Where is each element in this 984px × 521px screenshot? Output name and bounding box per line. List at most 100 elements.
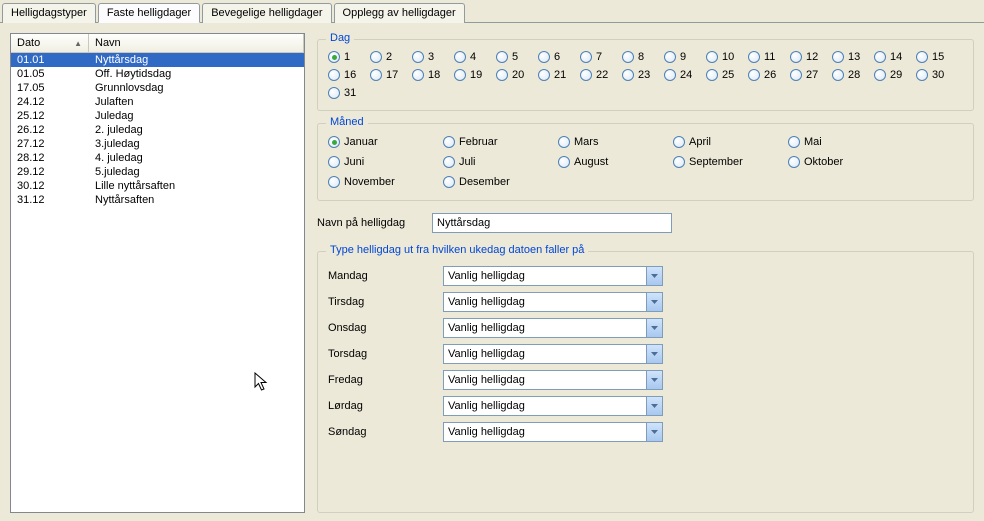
table-row[interactable]: 29.125.juledag	[11, 165, 304, 179]
table-row[interactable]: 30.12Lille nyttårsaften	[11, 179, 304, 193]
radio-icon	[328, 69, 340, 81]
radio-label: Februar	[459, 136, 498, 148]
dag-radio-16[interactable]: 16	[328, 69, 370, 81]
dag-radio-4[interactable]: 4	[454, 51, 496, 63]
chevron-down-icon	[646, 319, 662, 337]
dag-radio-21[interactable]: 21	[538, 69, 580, 81]
dag-radio-19[interactable]: 19	[454, 69, 496, 81]
radio-icon	[443, 156, 455, 168]
type-combo-5[interactable]: Vanlig helligdag	[443, 396, 663, 416]
radio-icon	[790, 51, 802, 63]
type-combo-2[interactable]: Vanlig helligdag	[443, 318, 663, 338]
tab-1[interactable]: Faste helligdager	[98, 3, 200, 23]
dag-radio-9[interactable]: 9	[664, 51, 706, 63]
dag-radio-31[interactable]: 31	[328, 87, 370, 99]
col-header-navn[interactable]: Navn	[89, 34, 304, 52]
maned-radio-oktober[interactable]: Oktober	[788, 156, 903, 168]
cell-navn: 3.juledag	[89, 137, 304, 151]
maned-radio-juni[interactable]: Juni	[328, 156, 443, 168]
dag-radio-29[interactable]: 29	[874, 69, 916, 81]
maned-radio-juli[interactable]: Juli	[443, 156, 558, 168]
type-row-3: TorsdagVanlig helligdag	[328, 344, 963, 364]
maned-radio-april[interactable]: April	[673, 136, 788, 148]
listview-body[interactable]: 01.01Nyttårsdag01.05Off. Høytidsdag17.05…	[11, 53, 304, 512]
radio-icon	[788, 136, 800, 148]
table-row[interactable]: 28.124. juledag	[11, 151, 304, 165]
table-row[interactable]: 01.05Off. Høytidsdag	[11, 67, 304, 81]
tab-2[interactable]: Bevegelige helligdager	[202, 3, 331, 23]
navn-row: Navn på helligdag	[317, 213, 974, 233]
navn-input[interactable]	[432, 213, 672, 233]
radio-label: 11	[764, 51, 775, 63]
dag-radio-11[interactable]: 11	[748, 51, 790, 63]
table-row[interactable]: 25.12Juledag	[11, 109, 304, 123]
dag-radio-17[interactable]: 17	[370, 69, 412, 81]
tab-3[interactable]: Opplegg av helligdager	[334, 3, 465, 23]
type-combo-6[interactable]: Vanlig helligdag	[443, 422, 663, 442]
dag-radio-5[interactable]: 5	[496, 51, 538, 63]
table-row[interactable]: 24.12Julaften	[11, 95, 304, 109]
type-row-4: FredagVanlig helligdag	[328, 370, 963, 390]
dag-radio-14[interactable]: 14	[874, 51, 916, 63]
dag-radio-26[interactable]: 26	[748, 69, 790, 81]
dag-radio-3[interactable]: 3	[412, 51, 454, 63]
dag-radio-23[interactable]: 23	[622, 69, 664, 81]
radio-icon	[443, 136, 455, 148]
type-combo-1[interactable]: Vanlig helligdag	[443, 292, 663, 312]
weekday-label: Fredag	[328, 374, 443, 386]
type-row-0: MandagVanlig helligdag	[328, 266, 963, 286]
maned-radio-mai[interactable]: Mai	[788, 136, 903, 148]
maned-radio-november[interactable]: November	[328, 176, 443, 188]
table-row[interactable]: 17.05Grunnlovsdag	[11, 81, 304, 95]
col-header-dato[interactable]: Dato ▲	[11, 34, 89, 52]
dag-radio-28[interactable]: 28	[832, 69, 874, 81]
dag-radio-12[interactable]: 12	[790, 51, 832, 63]
maned-radio-januar[interactable]: Januar	[328, 136, 443, 148]
radio-label: 9	[680, 51, 686, 63]
table-row[interactable]: 31.12Nyttårsaften	[11, 193, 304, 207]
maned-radio-desember[interactable]: Desember	[443, 176, 558, 188]
dag-radio-18[interactable]: 18	[412, 69, 454, 81]
dag-radio-15[interactable]: 15	[916, 51, 958, 63]
dag-radio-22[interactable]: 22	[580, 69, 622, 81]
radio-icon	[874, 51, 886, 63]
maned-radio-mars[interactable]: Mars	[558, 136, 673, 148]
radio-icon	[328, 51, 340, 63]
dag-radio-7[interactable]: 7	[580, 51, 622, 63]
radio-label: 29	[890, 69, 902, 81]
table-row[interactable]: 27.123.juledag	[11, 137, 304, 151]
dag-radio-8[interactable]: 8	[622, 51, 664, 63]
maned-radio-september[interactable]: September	[673, 156, 788, 168]
dag-radio-2[interactable]: 2	[370, 51, 412, 63]
cell-navn: Juledag	[89, 109, 304, 123]
radio-icon	[673, 156, 685, 168]
maned-radio-august[interactable]: August	[558, 156, 673, 168]
maned-radio-februar[interactable]: Februar	[443, 136, 558, 148]
dag-radio-25[interactable]: 25	[706, 69, 748, 81]
maned-radio-grid: Januar Februar MarsAprilMai JuniJuliAugustS…	[328, 132, 963, 192]
type-fieldset: Type helligdag ut fra hvilken ukedag dat…	[317, 251, 974, 513]
cell-dato: 31.12	[11, 193, 89, 207]
cell-dato: 29.12	[11, 165, 89, 179]
dag-radio-13[interactable]: 13	[832, 51, 874, 63]
dag-radio-24[interactable]: 24	[664, 69, 706, 81]
radio-icon	[454, 69, 466, 81]
radio-label: 20	[512, 69, 524, 81]
type-combo-3[interactable]: Vanlig helligdag	[443, 344, 663, 364]
combo-value: Vanlig helligdag	[448, 322, 525, 334]
cell-navn: Grunnlovsdag	[89, 81, 304, 95]
dag-radio-6[interactable]: 6	[538, 51, 580, 63]
dag-radio-30[interactable]: 30	[916, 69, 958, 81]
table-row[interactable]: 01.01Nyttårsdag	[11, 53, 304, 67]
tab-0[interactable]: Helligdagstyper	[2, 3, 96, 23]
radio-label: 2	[386, 51, 392, 63]
weekday-label: Torsdag	[328, 348, 443, 360]
type-combo-0[interactable]: Vanlig helligdag	[443, 266, 663, 286]
type-combo-4[interactable]: Vanlig helligdag	[443, 370, 663, 390]
dag-radio-1[interactable]: 1	[328, 51, 370, 63]
dag-radio-27[interactable]: 27	[790, 69, 832, 81]
dag-radio-10[interactable]: 10	[706, 51, 748, 63]
radio-label: 3	[428, 51, 434, 63]
dag-radio-20[interactable]: 20	[496, 69, 538, 81]
table-row[interactable]: 26.122. juledag	[11, 123, 304, 137]
